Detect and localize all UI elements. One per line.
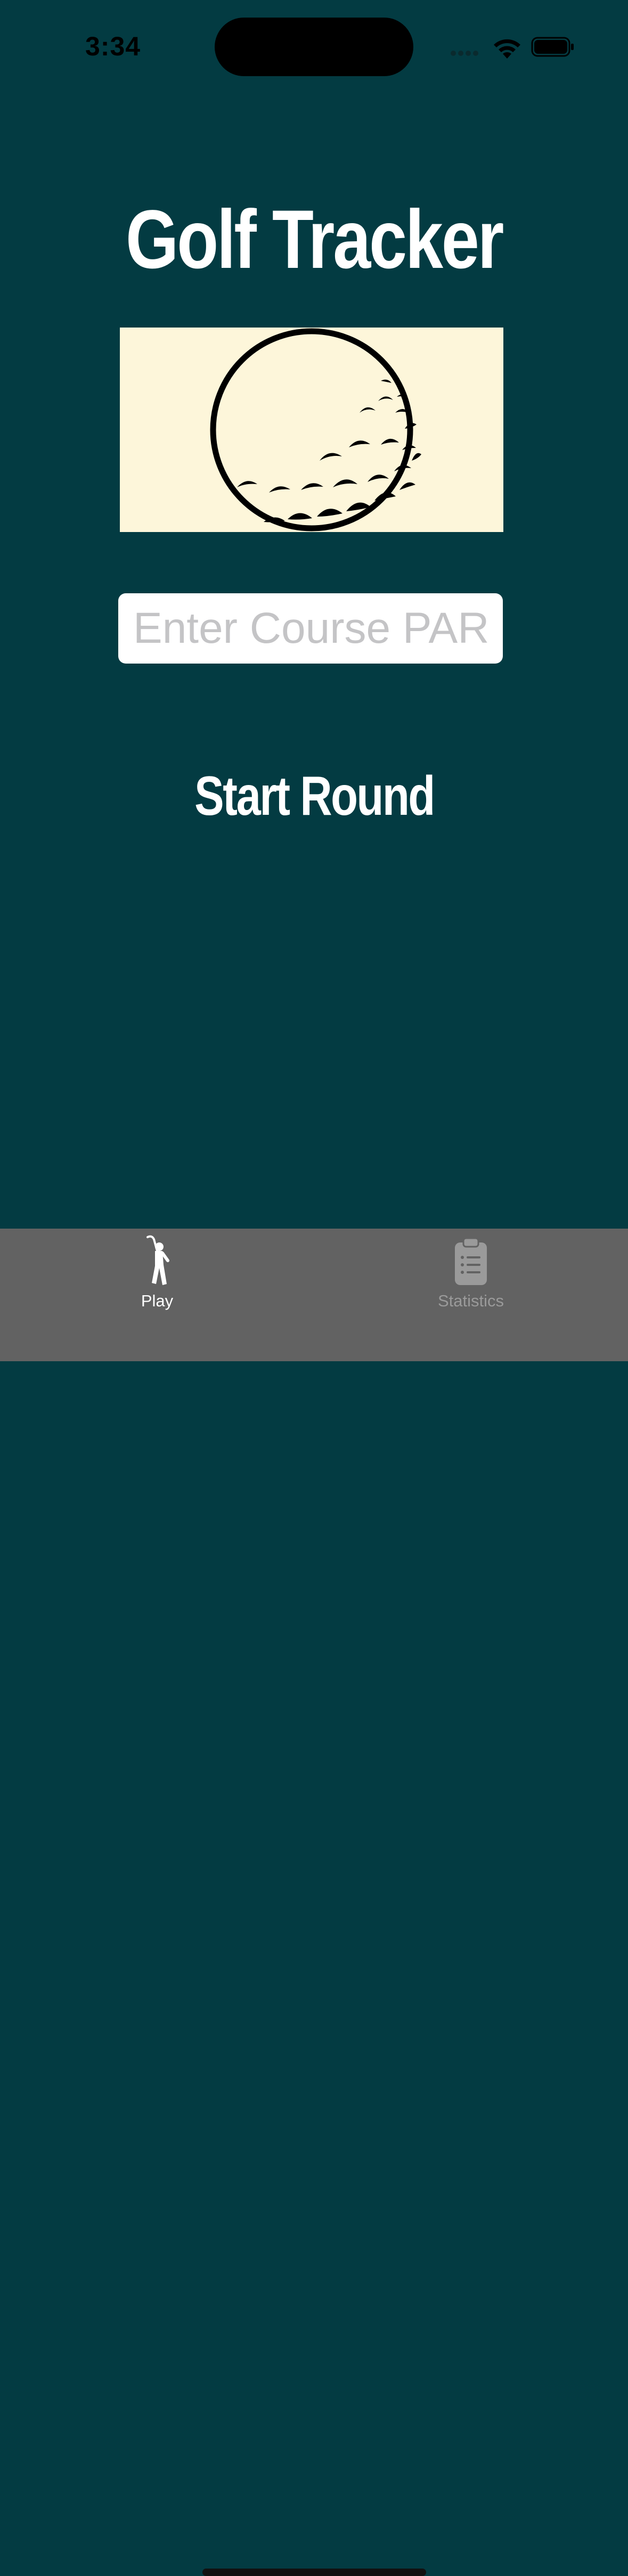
dynamic-island (215, 18, 413, 76)
status-time: 3:34 (85, 31, 141, 61)
tab-play-label: Play (141, 1291, 174, 1310)
tab-bar: Play Statistics (0, 1229, 628, 2576)
golf-ball-icon (210, 328, 421, 531)
tab-statistics[interactable]: Statistics (391, 1229, 551, 1314)
clipboard-list-icon (455, 1237, 487, 1285)
wifi-icon (494, 39, 520, 59)
home-indicator[interactable] (202, 2569, 426, 2576)
golfer-icon (146, 1235, 169, 1285)
battery-icon (531, 37, 574, 57)
page-title: Golf Tracker (125, 193, 504, 286)
hero-image (120, 328, 503, 532)
course-par-input[interactable] (118, 593, 503, 664)
start-round-button[interactable]: Start Round (191, 762, 438, 831)
cellular-signal-icon (451, 49, 480, 59)
status-bar: 3:34 (0, 0, 628, 96)
tab-statistics-label: Statistics (437, 1291, 504, 1310)
tab-play[interactable]: Play (77, 1229, 237, 1314)
